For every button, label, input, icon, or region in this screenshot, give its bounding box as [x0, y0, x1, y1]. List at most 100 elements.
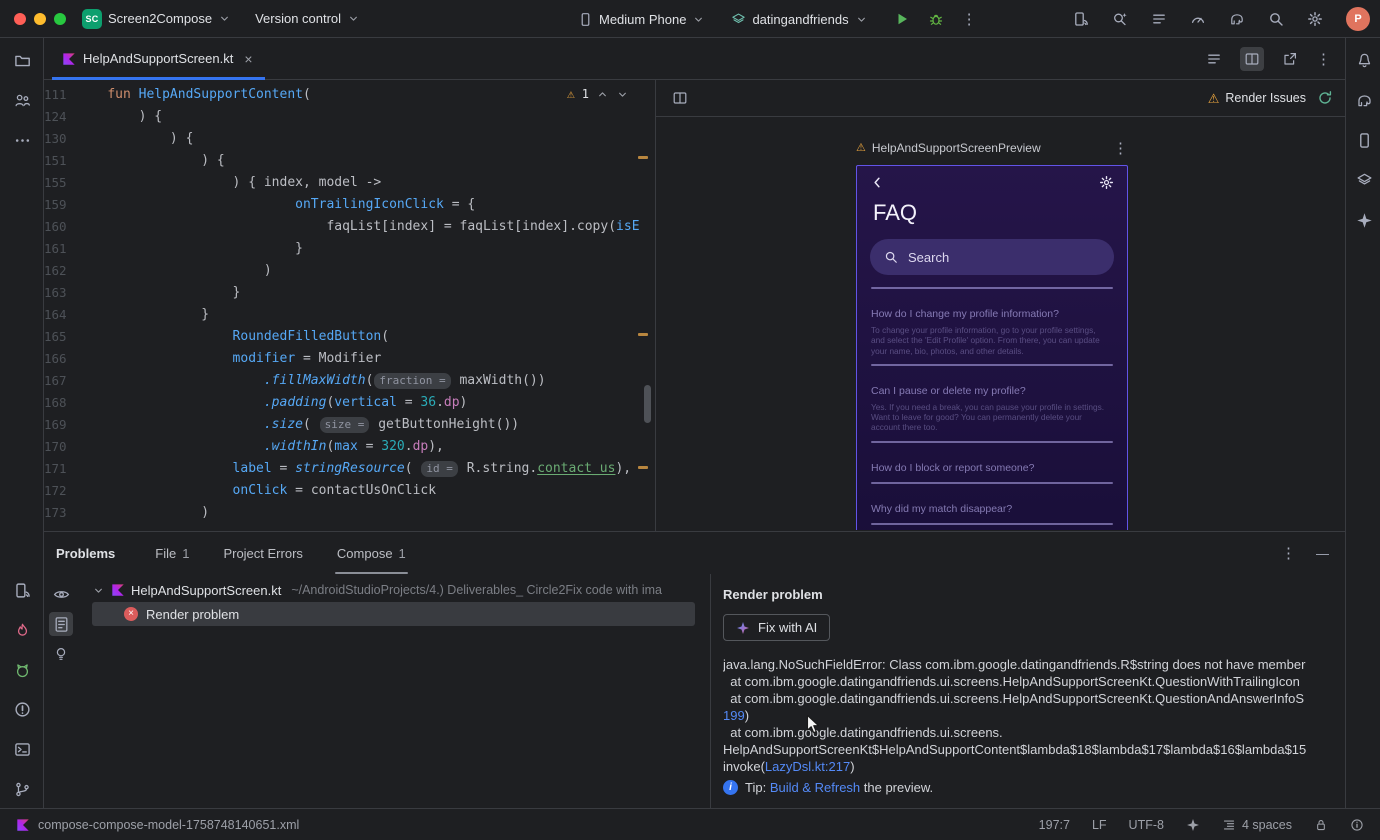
- tab-project-errors[interactable]: Project Errors: [221, 532, 304, 574]
- code-line[interactable]: 159 onTrailingIconClick = {: [44, 194, 655, 216]
- faq-item[interactable]: How do I block or report someone?: [871, 443, 1113, 484]
- preview-layout-icon[interactable]: [668, 86, 692, 110]
- editor-list-icon[interactable]: [1202, 47, 1226, 71]
- preview-more-icon[interactable]: ⋮: [1113, 139, 1128, 157]
- lock-icon[interactable]: [1314, 818, 1328, 832]
- caret-position[interactable]: 197:7: [1039, 818, 1070, 832]
- next-warning-icon[interactable]: [616, 88, 629, 101]
- faq-item[interactable]: Can I pause or delete my profile? Yes. If…: [871, 366, 1113, 443]
- gradle-sync-icon[interactable]: [1229, 11, 1245, 27]
- indent-widget[interactable]: 4 spaces: [1222, 818, 1292, 832]
- info-circle-icon[interactable]: [1350, 818, 1364, 832]
- more-actions-icon[interactable]: ⋮: [962, 10, 977, 28]
- code-line[interactable]: 124 ) {: [44, 106, 655, 128]
- code-line[interactable]: 171 label = stringResource( id = R.strin…: [44, 458, 655, 480]
- more-tool-windows-icon[interactable]: [10, 128, 34, 152]
- split-editor-icon[interactable]: [1240, 46, 1264, 71]
- file-encoding[interactable]: UTF-8: [1129, 818, 1164, 832]
- code-line[interactable]: 167 .fillMaxWidth(fraction = maxWidth()): [44, 370, 655, 392]
- code-line[interactable]: 162 ): [44, 260, 655, 282]
- details-view-icon[interactable]: [49, 612, 73, 636]
- close-window-button[interactable]: [14, 12, 26, 25]
- code-line[interactable]: 163 }: [44, 282, 655, 304]
- project-tool-icon[interactable]: [10, 48, 34, 72]
- ai-status-sparkle-icon[interactable]: [1186, 818, 1200, 832]
- code-line[interactable]: 172 onClick = contactUsOnClick: [44, 480, 655, 502]
- gradle-tool-icon[interactable]: [1352, 88, 1376, 112]
- problems-file-row[interactable]: HelpAndSupportScreen.kt ~/AndroidStudioP…: [78, 578, 710, 602]
- project-widget[interactable]: SC Screen2Compose: [82, 8, 231, 29]
- code-line[interactable]: 169 .size( size = getButtonHeight()): [44, 414, 655, 436]
- build-refresh-link[interactable]: Build & Refresh: [770, 780, 860, 795]
- settings-gear-icon[interactable]: [1099, 175, 1114, 190]
- terminal-tool-icon[interactable]: [10, 737, 34, 761]
- device-selector[interactable]: Medium Phone: [578, 12, 705, 27]
- code-line[interactable]: 170 .widthIn(max = 320.dp),: [44, 436, 655, 458]
- problems-error-row[interactable]: × Render problem: [92, 602, 695, 626]
- view-options-eye-icon[interactable]: [49, 582, 73, 606]
- device-mirroring-icon[interactable]: [1073, 11, 1089, 27]
- people-icon[interactable]: [10, 88, 34, 112]
- editor-pane[interactable]: 111 fun HelpAndSupportContent(124 ) {130…: [44, 80, 655, 531]
- editor-more-icon[interactable]: ⋮: [1316, 50, 1331, 68]
- faq-item[interactable]: Why did my match disappear?: [871, 484, 1113, 525]
- code-line[interactable]: 164 }: [44, 304, 655, 326]
- zoom-window-button[interactable]: [54, 12, 66, 25]
- warning-stripe-mark[interactable]: [638, 333, 648, 336]
- warning-stripe-mark[interactable]: [638, 156, 648, 159]
- debug-button[interactable]: [928, 11, 944, 27]
- editor-inspection-widget[interactable]: ⚠ 1: [567, 87, 629, 101]
- preview-canvas[interactable]: ⚠ HelpAndSupportScreenPreview ⋮ FAQ Sear…: [656, 117, 1345, 530]
- prev-warning-icon[interactable]: [596, 88, 609, 101]
- code-line[interactable]: 130 ) {: [44, 128, 655, 150]
- panel-minimize-icon[interactable]: —: [1316, 546, 1329, 561]
- editor-tab-active[interactable]: HelpAndSupportScreen.kt ×: [52, 38, 265, 80]
- profiler-icon[interactable]: [1190, 11, 1206, 27]
- stack-link[interactable]: 199: [723, 708, 745, 723]
- stack-link[interactable]: LazyDsl.kt:217: [765, 759, 850, 774]
- code-line[interactable]: 161 }: [44, 238, 655, 260]
- settings-gear-icon[interactable]: [1307, 11, 1323, 27]
- code-line[interactable]: 166 modifier = Modifier: [44, 348, 655, 370]
- faq-item[interactable]: How do I change my profile information? T…: [871, 289, 1113, 366]
- detach-editor-icon[interactable]: [1278, 47, 1302, 71]
- code-line[interactable]: 173 ): [44, 502, 655, 524]
- search-everywhere-icon[interactable]: [1268, 11, 1284, 27]
- tab-compose[interactable]: Compose 1: [334, 532, 408, 574]
- run-button[interactable]: [894, 11, 910, 27]
- build-refresh-icon[interactable]: [1317, 90, 1333, 106]
- render-issues-widget[interactable]: ⚠ Render Issues: [1208, 91, 1306, 105]
- running-devices-icon[interactable]: [10, 578, 34, 602]
- code-line[interactable]: 160 faqList[index] = faqList[index].copy…: [44, 216, 655, 238]
- line-separator[interactable]: LF: [1092, 818, 1107, 832]
- build-menu-icon[interactable]: [1151, 11, 1167, 27]
- tab-file[interactable]: File 1: [153, 532, 191, 574]
- minimize-window-button[interactable]: [34, 12, 46, 25]
- panel-more-icon[interactable]: ⋮: [1281, 544, 1296, 562]
- logcat-icon[interactable]: [10, 658, 34, 682]
- faq-search-bar[interactable]: Search: [870, 239, 1114, 275]
- version-control-tool-icon[interactable]: [10, 777, 34, 801]
- user-avatar[interactable]: P: [1346, 7, 1370, 31]
- warning-stripe-mark[interactable]: [638, 466, 648, 469]
- fix-with-ai-button[interactable]: Fix with AI: [723, 614, 831, 641]
- notifications-bell-icon[interactable]: [1352, 48, 1376, 72]
- device-manager-icon[interactable]: [1352, 128, 1376, 152]
- vcs-widget[interactable]: Version control: [255, 11, 360, 26]
- back-icon[interactable]: [870, 175, 885, 190]
- problems-tool-icon[interactable]: [10, 697, 34, 721]
- close-tab-icon[interactable]: ×: [244, 51, 252, 67]
- build-variants-icon[interactable]: [1352, 168, 1376, 192]
- preview-card-title[interactable]: ⚠ HelpAndSupportScreenPreview ⋮: [856, 139, 1128, 157]
- quick-fix-bulb-icon[interactable]: [49, 642, 73, 666]
- gemini-search-icon[interactable]: [1112, 11, 1128, 27]
- app-quality-insights-icon[interactable]: [10, 618, 34, 642]
- code-line[interactable]: 151 ) {: [44, 150, 655, 172]
- code-line[interactable]: 165 RoundedFilledButton(: [44, 326, 655, 348]
- code-line[interactable]: 155 ) { index, model ->: [44, 172, 655, 194]
- gemini-tool-icon[interactable]: [1352, 208, 1376, 232]
- editor-scrollbar[interactable]: [644, 385, 651, 423]
- code-line[interactable]: 168 .padding(vertical = 36.dp): [44, 392, 655, 414]
- run-configuration-selector[interactable]: datingandfriends: [731, 12, 867, 27]
- code-line[interactable]: 111 fun HelpAndSupportContent(: [44, 84, 655, 106]
